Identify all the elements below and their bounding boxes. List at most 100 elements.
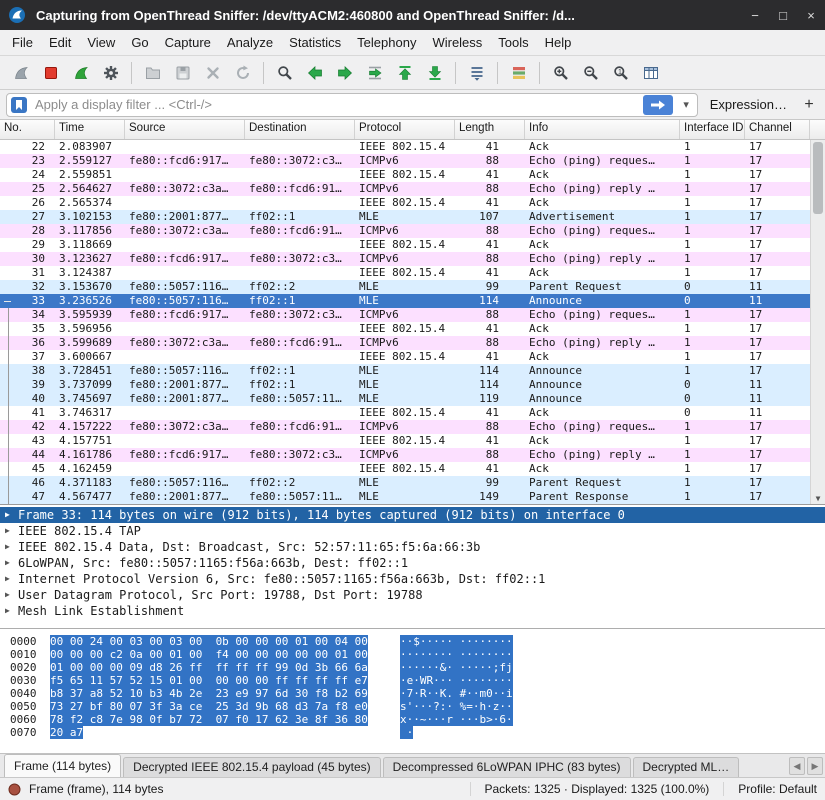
menu-capture[interactable]: Capture	[157, 31, 219, 54]
expand-triangle-icon[interactable]: ▶	[5, 555, 18, 571]
byte-tab-1[interactable]: Decrypted IEEE 802.15.4 payload (45 byte…	[123, 757, 380, 777]
maximize-button[interactable]: □	[769, 0, 797, 30]
packet-row-29[interactable]: 293.118669IEEE 802.15.441Ack117	[0, 238, 810, 252]
zoom-in-button[interactable]	[546, 59, 575, 87]
packet-row-38[interactable]: 383.728451fe80::5057:116…ff02::1MLE114An…	[0, 364, 810, 378]
hex-row[interactable]: 005073 27 bf 80 07 3f 3a ce 25 3d 9b 68 …	[0, 700, 825, 713]
byte-tab-2[interactable]: Decompressed 6LoWPAN IPHC (83 bytes)	[383, 757, 631, 777]
packet-row-27[interactable]: 273.102153fe80::2001:877…ff02::1MLE107Ad…	[0, 210, 810, 224]
filter-dropdown-caret-icon[interactable]: ▾	[679, 98, 694, 111]
menu-file[interactable]: File	[4, 31, 41, 54]
display-filter-field[interactable]: ▾	[6, 93, 698, 117]
close-button[interactable]: ×	[797, 0, 825, 30]
status-profile[interactable]: Profile: Default	[723, 782, 817, 796]
detail-line-3[interactable]: ▶6LoWPAN, Src: fe80::5057:1165:f56a:663b…	[0, 555, 825, 571]
packet-list-scrollbar[interactable]: ▼	[810, 140, 825, 504]
column-header-protocol[interactable]: Protocol	[355, 120, 455, 139]
column-header-destination[interactable]: Destination	[245, 120, 355, 139]
menu-help[interactable]: Help	[537, 31, 580, 54]
hex-row[interactable]: 001000 00 00 c2 0a 00 01 00 f4 00 00 00 …	[0, 648, 825, 661]
packet-row-40[interactable]: 403.745697fe80::2001:877…fe80::5057:11…M…	[0, 392, 810, 406]
packet-row-22[interactable]: 222.083907IEEE 802.15.441Ack117	[0, 140, 810, 154]
packet-row-47[interactable]: 474.567477fe80::2001:877…fe80::5057:11…M…	[0, 490, 810, 504]
packet-row-45[interactable]: 454.162459IEEE 802.15.441Ack117	[0, 462, 810, 476]
packet-row-28[interactable]: 283.117856fe80::3072:c3a…fe80::fcd6:91…I…	[0, 224, 810, 238]
hex-row[interactable]: 002001 00 00 00 09 d8 26 ff ff ff ff 99 …	[0, 661, 825, 674]
detail-line-0[interactable]: ▶Frame 33: 114 bytes on wire (912 bits),…	[0, 507, 825, 523]
packet-row-36[interactable]: 363.599689fe80::3072:c3a…fe80::fcd6:91…I…	[0, 336, 810, 350]
packet-row-43[interactable]: 434.157751IEEE 802.15.441Ack117	[0, 434, 810, 448]
menu-edit[interactable]: Edit	[41, 31, 79, 54]
expand-triangle-icon[interactable]: ▶	[5, 507, 18, 523]
resize-columns-button[interactable]	[636, 59, 665, 87]
filter-bookmark-icon[interactable]	[11, 97, 27, 113]
packet-row-33[interactable]: 333.236526fe80::5057:116…ff02::1MLE114An…	[0, 294, 810, 308]
scrollbar-thumb[interactable]	[813, 142, 823, 214]
menu-analyze[interactable]: Analyze	[219, 31, 281, 54]
hex-row[interactable]: 0040b8 37 a8 52 10 b3 4b 2e 23 e9 97 6d …	[0, 687, 825, 700]
hex-row[interactable]: 006078 f2 c8 7e 98 0f b7 72 07 f0 17 62 …	[0, 713, 825, 726]
capture-stop-button[interactable]	[36, 59, 65, 87]
go-forward-button[interactable]	[330, 59, 359, 87]
capture-options-button[interactable]	[96, 59, 125, 87]
tab-scroll-right-icon[interactable]: ▶	[807, 757, 823, 775]
display-filter-input[interactable]	[33, 96, 637, 113]
zoom-100-button[interactable]: 1	[606, 59, 635, 87]
packet-row-42[interactable]: 424.157222fe80::3072:c3a…fe80::fcd6:91…I…	[0, 420, 810, 434]
colorize-button[interactable]	[504, 59, 533, 87]
byte-tab-3[interactable]: Decrypted ML…	[633, 757, 740, 777]
capture-restart-button[interactable]	[66, 59, 95, 87]
packet-row-30[interactable]: 303.123627fe80::fcd6:917…fe80::3072:c3…I…	[0, 252, 810, 266]
go-back-button[interactable]	[300, 59, 329, 87]
minimize-button[interactable]: −	[741, 0, 769, 30]
menu-view[interactable]: View	[79, 31, 123, 54]
menu-go[interactable]: Go	[123, 31, 156, 54]
detail-line-5[interactable]: ▶User Datagram Protocol, Src Port: 19788…	[0, 587, 825, 603]
menu-telephony[interactable]: Telephony	[349, 31, 424, 54]
packet-row-23[interactable]: 232.559127fe80::fcd6:917…fe80::3072:c3…I…	[0, 154, 810, 168]
hex-row[interactable]: 0030f5 65 11 57 52 15 01 00 00 00 00 ff …	[0, 674, 825, 687]
menu-statistics[interactable]: Statistics	[281, 31, 349, 54]
byte-tab-0[interactable]: Frame (114 bytes)	[4, 754, 121, 777]
column-header-time[interactable]: Time	[55, 120, 125, 139]
column-header-channel[interactable]: Channel	[745, 120, 810, 139]
tab-scroll-left-icon[interactable]: ◀	[789, 757, 805, 775]
hex-row[interactable]: 000000 00 24 00 03 00 03 00 0b 00 00 00 …	[0, 635, 825, 648]
go-last-button[interactable]	[420, 59, 449, 87]
detail-line-6[interactable]: ▶Mesh Link Establishment	[0, 603, 825, 619]
column-header-no[interactable]: No.	[0, 120, 55, 139]
column-header-length[interactable]: Length	[455, 120, 525, 139]
scroll-down-icon[interactable]: ▼	[811, 494, 825, 503]
menu-tools[interactable]: Tools	[490, 31, 536, 54]
packet-row-41[interactable]: 413.746317IEEE 802.15.441Ack011	[0, 406, 810, 420]
expand-triangle-icon[interactable]: ▶	[5, 603, 18, 619]
packet-row-46[interactable]: 464.371183fe80::5057:116…ff02::2MLE99Par…	[0, 476, 810, 490]
expand-triangle-icon[interactable]: ▶	[5, 539, 18, 555]
column-header-interface-id[interactable]: Interface ID	[680, 120, 745, 139]
expert-info-icon[interactable]	[8, 783, 21, 796]
expression-button[interactable]: Expression…	[706, 97, 791, 112]
packet-row-25[interactable]: 252.564627fe80::3072:c3a…fe80::fcd6:91…I…	[0, 182, 810, 196]
packet-row-39[interactable]: 393.737099fe80::2001:877…ff02::1MLE114An…	[0, 378, 810, 392]
packet-row-37[interactable]: 373.600667IEEE 802.15.441Ack117	[0, 350, 810, 364]
expand-triangle-icon[interactable]: ▶	[5, 571, 18, 587]
packet-row-34[interactable]: 343.595939fe80::fcd6:917…fe80::3072:c3…I…	[0, 308, 810, 322]
apply-filter-button[interactable]	[643, 95, 673, 115]
packet-row-35[interactable]: 353.596956IEEE 802.15.441Ack117	[0, 322, 810, 336]
detail-line-4[interactable]: ▶Internet Protocol Version 6, Src: fe80:…	[0, 571, 825, 587]
add-filter-button[interactable]: +	[799, 96, 819, 114]
menu-wireless[interactable]: Wireless	[424, 31, 490, 54]
packet-row-44[interactable]: 444.161786fe80::fcd6:917…fe80::3072:c3…I…	[0, 448, 810, 462]
expand-triangle-icon[interactable]: ▶	[5, 523, 18, 539]
auto-scroll-button[interactable]	[462, 59, 491, 87]
packet-row-24[interactable]: 242.559851IEEE 802.15.441Ack117	[0, 168, 810, 182]
hex-row[interactable]: 007020 a7 ·	[0, 726, 825, 739]
zoom-out-button[interactable]	[576, 59, 605, 87]
go-first-button[interactable]	[390, 59, 419, 87]
detail-line-2[interactable]: ▶IEEE 802.15.4 Data, Dst: Broadcast, Src…	[0, 539, 825, 555]
packet-row-32[interactable]: 323.153670fe80::5057:116…ff02::2MLE99Par…	[0, 280, 810, 294]
go-to-packet-button[interactable]	[360, 59, 389, 87]
detail-line-1[interactable]: ▶IEEE 802.15.4 TAP	[0, 523, 825, 539]
column-header-source[interactable]: Source	[125, 120, 245, 139]
expand-triangle-icon[interactable]: ▶	[5, 587, 18, 603]
